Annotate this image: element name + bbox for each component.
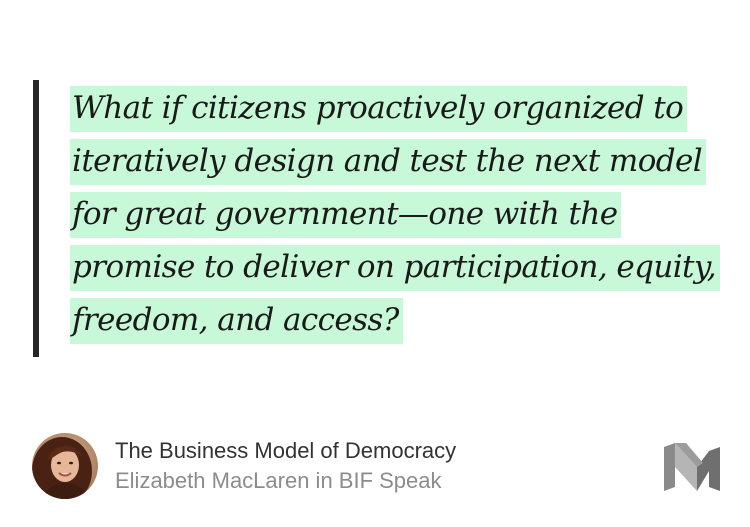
medium-logo-icon-graphic bbox=[664, 443, 720, 491]
article-footer[interactable]: The Business Model of Democracy Elizabet… bbox=[32, 433, 722, 499]
quote-line-5: freedom, and access? bbox=[72, 302, 399, 338]
medium-logo-icon[interactable] bbox=[662, 441, 722, 493]
article-byline[interactable]: Elizabeth MacLaren in BIF Speak bbox=[115, 467, 442, 495]
quote-line-4: promise to deliver on participation, equ… bbox=[72, 249, 717, 285]
quote-line-3: for great government—one with the bbox=[72, 196, 618, 232]
author-avatar-image bbox=[32, 433, 98, 499]
quote-bar bbox=[33, 80, 39, 357]
article-title[interactable]: The Business Model of Democracy bbox=[115, 437, 456, 465]
quote-line-2: iteratively design and test the next mod… bbox=[72, 143, 703, 179]
pull-quote: What if citizens proactively organized t… bbox=[33, 80, 723, 357]
author-avatar[interactable] bbox=[32, 433, 98, 499]
quote-text: What if citizens proactively organized t… bbox=[70, 82, 720, 347]
quote-line-1: What if citizens proactively organized t… bbox=[72, 90, 684, 126]
